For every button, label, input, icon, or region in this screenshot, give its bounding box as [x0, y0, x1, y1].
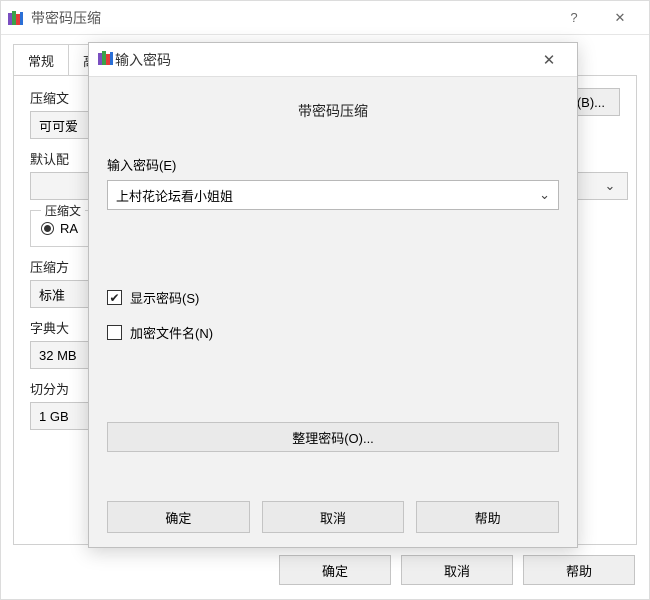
format-legend: 压缩文 — [41, 202, 85, 219]
checkbox-group: 显示密码(S) 加密文件名(N) — [107, 288, 559, 342]
chevron-down-icon[interactable]: ⌄ — [528, 187, 550, 203]
parent-ok-button[interactable]: 确定 — [279, 555, 391, 585]
modal-titlebar: 输入密码 ✕ — [89, 43, 577, 77]
password-label: 输入密码(E) — [107, 155, 559, 174]
app-icon — [7, 9, 25, 27]
checkbox-icon — [107, 290, 122, 305]
show-password-checkbox[interactable]: 显示密码(S) — [107, 288, 559, 307]
parent-titlebar: 带密码压缩 ? ✕ — [1, 1, 649, 35]
radio-icon — [41, 222, 54, 235]
ok-button[interactable]: 确定 — [107, 501, 250, 533]
modal-heading: 带密码压缩 — [107, 101, 559, 121]
help-icon[interactable]: ? — [551, 1, 597, 35]
parent-title: 带密码压缩 — [31, 8, 551, 28]
close-icon[interactable]: ✕ — [529, 43, 569, 77]
chevron-down-icon: ⌄ — [601, 178, 619, 194]
parent-button-row: 确定 取消 帮助 — [279, 555, 635, 585]
modal-title: 输入密码 — [115, 50, 529, 70]
parent-cancel-button[interactable]: 取消 — [401, 555, 513, 585]
cancel-button[interactable]: 取消 — [262, 501, 405, 533]
encrypt-names-checkbox[interactable]: 加密文件名(N) — [107, 323, 559, 342]
close-icon[interactable]: ✕ — [597, 1, 643, 35]
checkbox-icon — [107, 325, 122, 340]
password-dialog: 输入密码 ✕ 带密码压缩 输入密码(E) 上村花论坛看小姐姐 ⌄ 显示密码(S)… — [88, 42, 578, 548]
parent-help-button[interactable]: 帮助 — [523, 555, 635, 585]
tab-general[interactable]: 常规 — [13, 44, 69, 76]
modal-body: 带密码压缩 输入密码(E) 上村花论坛看小姐姐 ⌄ 显示密码(S) 加密文件名(… — [89, 77, 577, 547]
app-icon — [97, 49, 115, 70]
password-input[interactable]: 上村花论坛看小姐姐 ⌄ — [107, 180, 559, 210]
organize-passwords-button[interactable]: 整理密码(O)... — [107, 422, 559, 452]
help-button[interactable]: 帮助 — [416, 501, 559, 533]
modal-button-row: 确定 取消 帮助 — [107, 501, 559, 533]
